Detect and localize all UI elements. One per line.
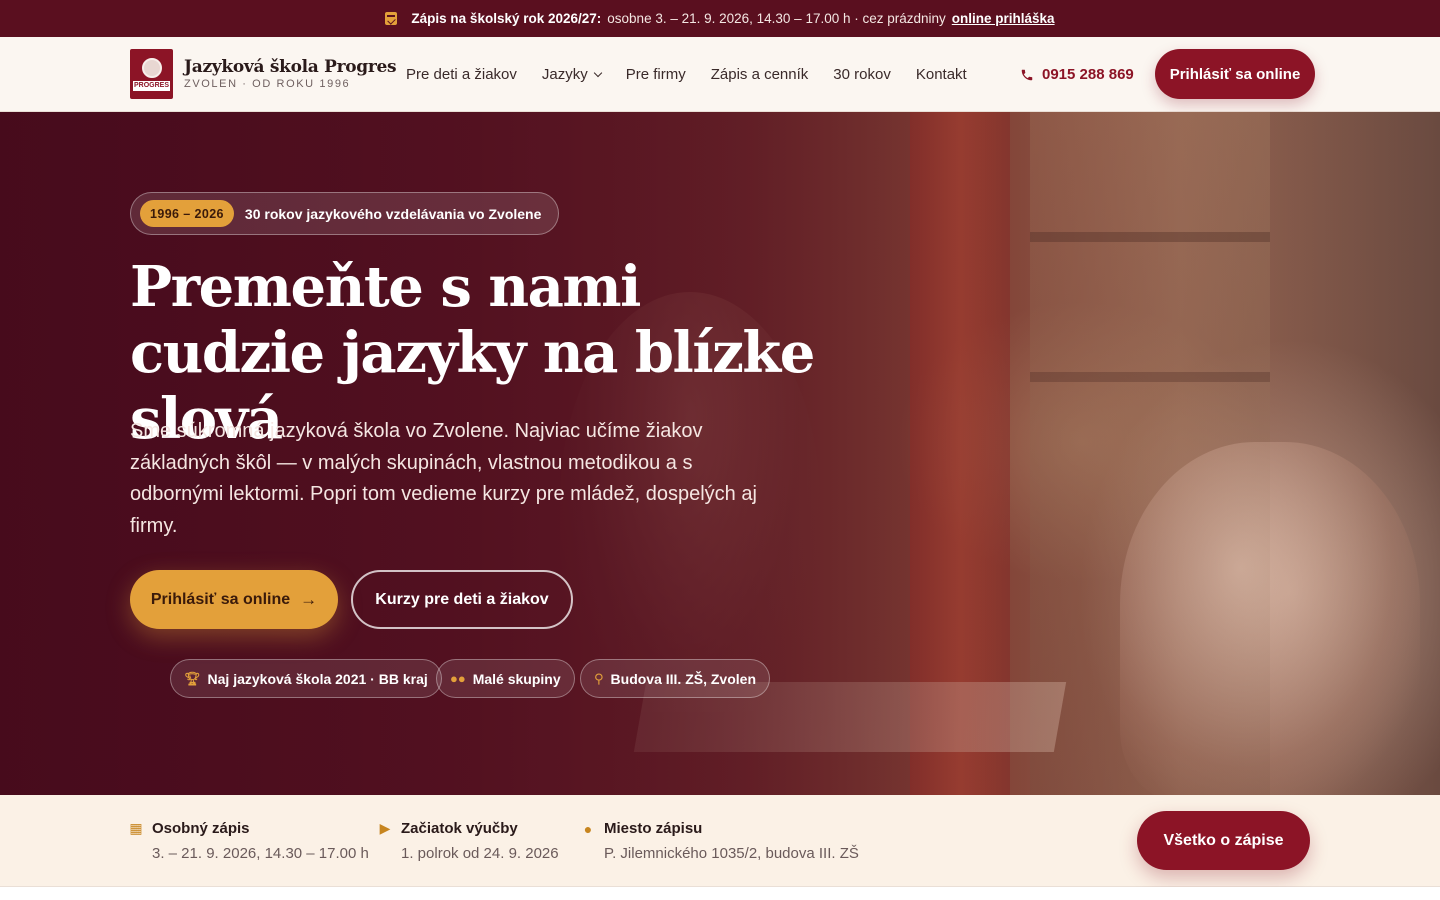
trophy-icon: 🏆︎ bbox=[184, 670, 201, 686]
kids-courses-button[interactable]: Kurzy pre deti a žiakov bbox=[351, 570, 573, 629]
chevron-down-icon bbox=[593, 68, 602, 77]
calendar-icon: ▦ bbox=[129, 820, 143, 836]
play-icon: ▶ bbox=[379, 820, 391, 836]
hero-lead-text: Sme súkromná jazyková škola vo Zvolene. … bbox=[130, 420, 757, 537]
nav-item-enrollment[interactable]: Zápis a cenník bbox=[711, 66, 809, 83]
phone-number: 0915 288 869 bbox=[1042, 66, 1134, 83]
nav-item-companies[interactable]: Pre firmy bbox=[626, 66, 686, 83]
online-application-link[interactable]: online prihláška bbox=[952, 11, 1055, 26]
main-nav: Pre deti a žiakov Jazyky Pre firmy Zápis… bbox=[406, 37, 992, 112]
anniversary-text: 30 rokov jazykového vzdelávania vo Zvole… bbox=[244, 205, 542, 222]
phone-icon bbox=[1021, 69, 1033, 80]
globe-icon bbox=[141, 57, 162, 78]
announcement-label: Zápis na školský rok 2026/27: bbox=[411, 11, 602, 26]
nav-item-languages-label: Jazyky bbox=[541, 66, 588, 83]
award-chip-label: Naj jazyková škola 2021 · BB kraj bbox=[207, 670, 428, 687]
arrow-right-icon: → bbox=[300, 589, 318, 609]
announcement-bar: Zápis na školský rok 2026/27: osobne 3. … bbox=[0, 0, 1440, 37]
map-pin-icon: ⚲ bbox=[594, 670, 604, 686]
logo-subtitle: ZVOLEN · OD ROKU 1996 bbox=[184, 78, 351, 90]
nav-item-contact[interactable]: Kontakt bbox=[916, 66, 967, 83]
location-chip-label: Budova III. ZŠ, Zvolen bbox=[610, 670, 756, 687]
info-text: P. Jilemnického 1035/2, budova III. ZŠ bbox=[604, 845, 859, 862]
announcement-text: osobne 3. – 21. 9. 2026, 14.30 – 17.00 h… bbox=[607, 11, 946, 26]
users-icon: ●● bbox=[450, 671, 466, 686]
info-text: 1. polrok od 24. 9. 2026 bbox=[401, 845, 559, 862]
anniversary-years-badge: 1996 – 2026 bbox=[140, 200, 234, 227]
nav-item-languages[interactable]: Jazyky bbox=[541, 66, 602, 83]
map-pin-icon: ● bbox=[583, 820, 593, 837]
site-header: PROGRES Jazyková škola Progres ZVOLEN · … bbox=[0, 37, 1440, 112]
nav-item-kids[interactable]: Pre deti a žiakov bbox=[406, 66, 517, 83]
award-chip: 🏆︎ Naj jazyková škola 2021 · BB kraj bbox=[170, 659, 442, 698]
small-groups-chip: ●● Malé skupiny bbox=[436, 659, 575, 698]
logo[interactable]: PROGRES bbox=[130, 49, 173, 99]
location-chip: ⚲ Budova III. ZŠ, Zvolen bbox=[580, 659, 770, 698]
info-text: 3. – 21. 9. 2026, 14.30 – 17.00 h bbox=[152, 845, 369, 862]
hero-signup-button[interactable]: Prihlásiť sa online → bbox=[130, 570, 338, 629]
phone-link[interactable]: 0915 288 869 bbox=[1020, 37, 1134, 112]
next-section-edge bbox=[0, 887, 1440, 900]
info-title: Miesto zápisu bbox=[604, 820, 703, 837]
info-title: Osobný zápis bbox=[152, 820, 250, 837]
calendar-check-icon bbox=[385, 12, 398, 25]
nav-item-30-years[interactable]: 30 rokov bbox=[833, 66, 891, 83]
anniversary-pill: 1996 – 2026 30 rokov jazykového vzdeláva… bbox=[130, 192, 560, 235]
enrollment-details-button[interactable]: Všetko o zápise bbox=[1137, 811, 1310, 870]
logo-mark-text: PROGRES bbox=[133, 80, 170, 91]
info-title: Začiatok výučby bbox=[401, 820, 518, 837]
hero-signup-label: Prihlásiť sa online bbox=[150, 590, 291, 608]
logo-title: Jazyková škola Progres bbox=[184, 57, 397, 77]
logo-text[interactable]: Jazyková škola Progres ZVOLEN · OD ROKU … bbox=[184, 57, 397, 90]
header-signup-button[interactable]: Prihlásiť sa online bbox=[1155, 49, 1315, 99]
small-groups-chip-label: Malé skupiny bbox=[472, 670, 561, 687]
